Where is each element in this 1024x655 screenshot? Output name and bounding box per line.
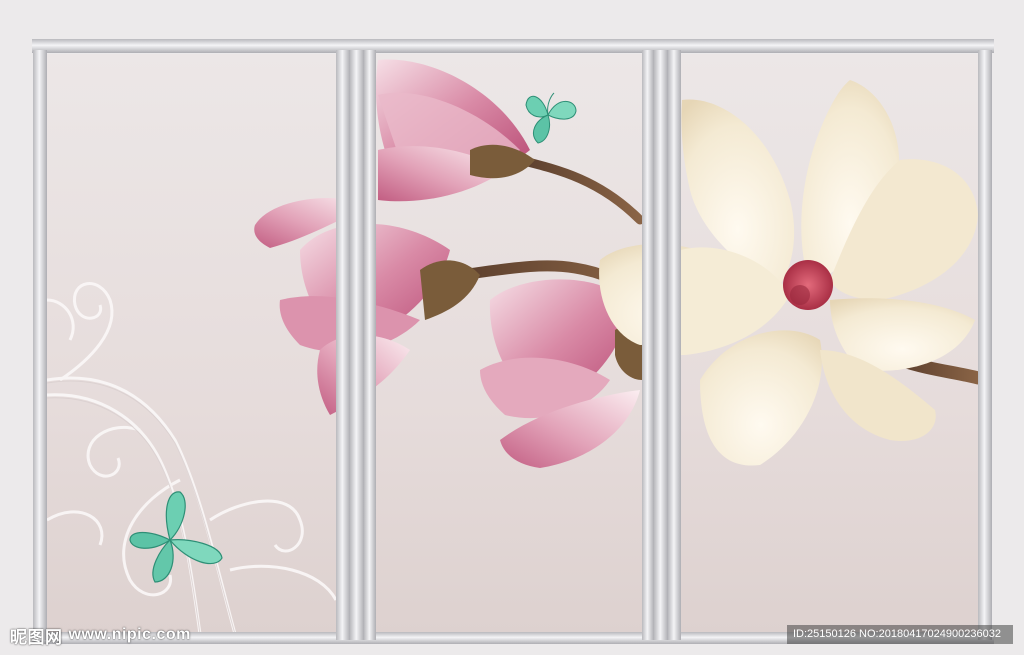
mural-scene (0, 0, 1024, 655)
watermark-url: www.nipic.com (68, 626, 191, 643)
watermark-brand: 昵图网 (10, 627, 63, 647)
magnolia-stamen (783, 260, 833, 310)
watermark-logo: 昵图网 www.nipic.com (10, 624, 191, 647)
watermark-id: ID:25150126 NO:20180417024900236032 (787, 625, 1013, 644)
